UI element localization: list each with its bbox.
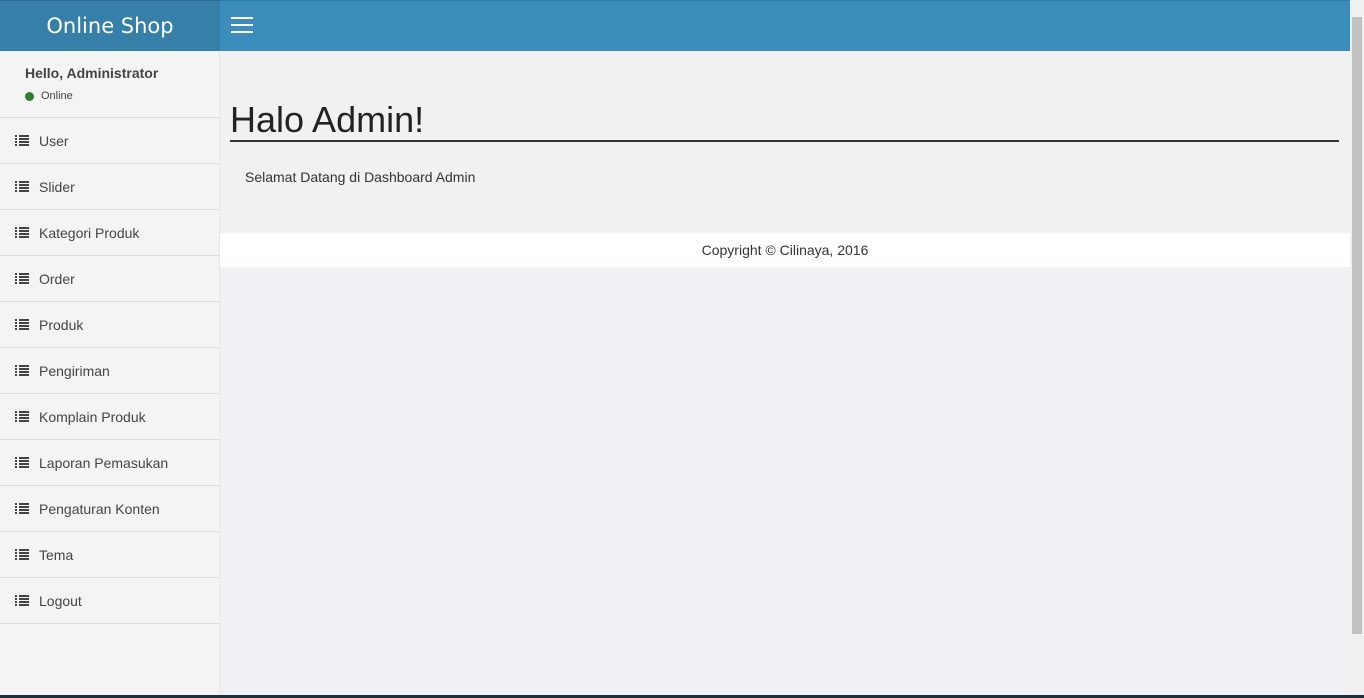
sidebar-item-label: Logout xyxy=(39,592,82,609)
sidebar-item-label: Komplain Produk xyxy=(39,408,146,425)
logo[interactable]: Online Shop xyxy=(0,0,220,51)
list-icon xyxy=(15,365,29,376)
sidebar-item-user[interactable]: User xyxy=(0,118,219,164)
sidebar: Hello, Administrator Online User Slider … xyxy=(0,51,220,698)
copyright-text: Copyright © Cilinaya, 2016 xyxy=(701,242,869,258)
status-label: Online xyxy=(41,90,73,102)
sidebar-item-label: Laporan Pemasukan xyxy=(39,454,169,471)
sidebar-item-label: Tema xyxy=(39,546,74,563)
footer: Copyright © Cilinaya, 2016 xyxy=(220,233,1350,267)
sidebar-item-label: Produk xyxy=(39,316,84,333)
list-icon xyxy=(15,273,29,284)
sidebar-item-laporan-pemasukan[interactable]: Laporan Pemasukan xyxy=(0,440,219,486)
list-icon xyxy=(15,181,29,192)
sidebar-item-label: Order xyxy=(39,270,75,287)
user-greeting: Hello, Administrator xyxy=(25,65,159,81)
sidebar-item-pengaturan-konten[interactable]: Pengaturan Konten xyxy=(0,486,219,532)
list-icon xyxy=(15,457,29,468)
sidebar-item-label: Pengaturan Konten xyxy=(39,500,160,517)
content-area: Halo Admin! Selamat Datang di Dashboard … xyxy=(220,51,1350,233)
sidebar-item-order[interactable]: Order xyxy=(0,256,219,302)
sidebar-item-logout[interactable]: Logout xyxy=(0,578,219,624)
top-navbar xyxy=(220,0,1350,51)
sidebar-item-produk[interactable]: Produk xyxy=(0,302,219,348)
sidebar-item-komplain-produk[interactable]: Komplain Produk xyxy=(0,394,219,440)
list-icon xyxy=(15,319,29,330)
sidebar-item-kategori-produk[interactable]: Kategori Produk xyxy=(0,210,219,256)
status-dot-icon xyxy=(25,91,34,101)
sidebar-item-pengiriman[interactable]: Pengiriman xyxy=(0,348,219,394)
scrollbar-thumb[interactable] xyxy=(1352,17,1362,634)
sidebar-item-label: Slider xyxy=(39,178,75,195)
sidebar-menu: User Slider Kategori Produk Order Produk… xyxy=(0,118,219,624)
sidebar-item-tema[interactable]: Tema xyxy=(0,532,219,578)
list-icon xyxy=(15,549,29,560)
list-icon xyxy=(15,503,29,514)
sidebar-item-label: Kategori Produk xyxy=(39,224,140,241)
sidebar-item-label: User xyxy=(39,132,69,149)
user-panel: Hello, Administrator Online xyxy=(0,51,219,118)
user-status: Online xyxy=(25,90,194,102)
hamburger-icon[interactable] xyxy=(231,17,253,35)
list-icon xyxy=(15,227,29,238)
vertical-scrollbar[interactable] xyxy=(1350,0,1364,698)
list-icon xyxy=(15,595,29,606)
list-icon xyxy=(15,411,29,422)
welcome-text: Selamat Datang di Dashboard Admin xyxy=(245,169,476,185)
page-title: Halo Admin! xyxy=(230,101,1339,142)
sidebar-item-label: Pengiriman xyxy=(39,362,110,379)
sidebar-item-slider[interactable]: Slider xyxy=(0,164,219,210)
list-icon xyxy=(15,135,29,146)
